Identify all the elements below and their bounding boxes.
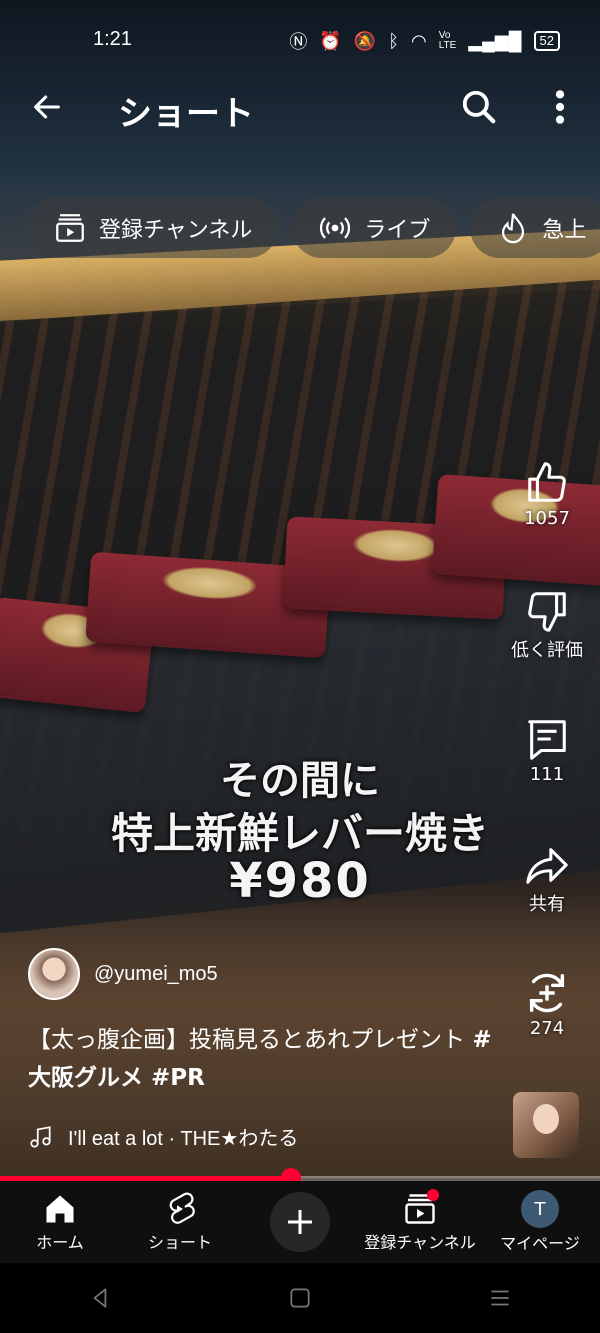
share-icon bbox=[526, 848, 568, 884]
battery-icon: 52 bbox=[533, 31, 560, 51]
thumbs-up-icon bbox=[528, 462, 566, 502]
nav-create[interactable] bbox=[240, 1181, 360, 1263]
remix-icon bbox=[529, 973, 565, 1013]
top-bar: ショート bbox=[0, 80, 600, 136]
chip-live[interactable]: ライブ bbox=[292, 198, 457, 258]
bluetooth-icon: ᛒ bbox=[388, 30, 399, 51]
sound-title: I'll eat a lot · THE★わたる bbox=[68, 1128, 299, 1150]
channel-avatar[interactable] bbox=[28, 948, 80, 1000]
subscriptions-icon bbox=[56, 214, 84, 242]
comment-icon bbox=[528, 720, 566, 760]
create-button[interactable] bbox=[270, 1192, 330, 1252]
chip-subscriptions[interactable]: 登録チャンネル bbox=[27, 198, 279, 258]
nav-label: 登録チャンネル bbox=[364, 1233, 476, 1252]
like-button[interactable]: 1057 bbox=[505, 460, 589, 529]
notification-dot bbox=[427, 1189, 439, 1201]
back-arrow-icon[interactable] bbox=[30, 90, 64, 124]
chip-label: 登録チャンネル bbox=[99, 218, 253, 243]
trending-icon bbox=[502, 213, 525, 244]
nav-label: マイページ bbox=[500, 1234, 580, 1253]
video-caption[interactable]: 【太っ腹企画】投稿見るとあれプレゼント #大阪グルメ #PR bbox=[28, 1021, 498, 1097]
status-time: 1:21 bbox=[93, 28, 132, 50]
nav-subscriptions[interactable]: 登録チャンネル bbox=[360, 1181, 480, 1263]
live-icon bbox=[320, 217, 351, 239]
remix-count: 274 bbox=[529, 1018, 565, 1039]
filter-chips: 登録チャンネル ライブ 急上 bbox=[27, 198, 600, 258]
bottom-navigation: ホーム ショート 登録チャンネル T マイページ bbox=[0, 1181, 600, 1263]
status-bar: 1:21 Ⓝ ⏰ 🔕 ᛒ ◠ Vo LTE ▂▄▆█ 52 bbox=[0, 0, 600, 80]
status-icons: Ⓝ ⏰ 🔕 ᛒ ◠ Vo LTE ▂▄▆█ 52 bbox=[289, 28, 560, 54]
comments-button[interactable]: 111 bbox=[505, 716, 589, 785]
share-label: 共有 bbox=[529, 894, 565, 915]
account-avatar: T bbox=[521, 1190, 559, 1228]
sound-info[interactable]: I'll eat a lot · THE★わたる bbox=[28, 1122, 298, 1151]
music-note-icon bbox=[30, 1125, 51, 1148]
page-title: ショート bbox=[118, 94, 254, 134]
caption-text: 【太っ腹企画】投稿見るとあれプレゼント bbox=[28, 1027, 465, 1053]
chip-label: 急上 bbox=[542, 218, 587, 243]
nfc-icon: Ⓝ bbox=[289, 32, 308, 52]
home-icon bbox=[46, 1195, 74, 1223]
nav-label: ホーム bbox=[36, 1233, 84, 1252]
nav-shorts[interactable]: ショート bbox=[120, 1181, 240, 1263]
dislike-label: 低く評価 bbox=[511, 640, 583, 661]
nav-label: ショート bbox=[147, 1233, 212, 1252]
chip-trending[interactable]: 急上 bbox=[470, 198, 600, 258]
nav-home[interactable]: ホーム bbox=[0, 1181, 120, 1263]
signal-icon: ▂▄▆█ bbox=[468, 30, 522, 51]
comment-count: 111 bbox=[529, 764, 565, 785]
wifi-icon: ◠ bbox=[411, 30, 427, 51]
nav-mypage[interactable]: T マイページ bbox=[480, 1181, 600, 1263]
channel-handle[interactable]: @yumei_mo5 bbox=[94, 963, 218, 986]
dislike-button[interactable]: 低く評価 bbox=[505, 588, 589, 662]
chip-label: ライブ bbox=[364, 218, 431, 243]
mute-icon: 🔕 bbox=[353, 30, 377, 51]
system-navigation-bar bbox=[0, 1263, 600, 1333]
volte-icon: Vo LTE bbox=[438, 30, 457, 51]
system-home-icon[interactable] bbox=[287, 1285, 313, 1311]
thumbs-down-icon bbox=[528, 592, 566, 632]
shorts-icon bbox=[169, 1192, 195, 1224]
system-back-icon[interactable] bbox=[87, 1285, 113, 1311]
alarm-icon: ⏰ bbox=[319, 30, 342, 51]
plus-icon bbox=[288, 1210, 312, 1234]
remix-button[interactable]: 274 bbox=[505, 970, 589, 1039]
channel-info[interactable]: @yumei_mo5 bbox=[28, 948, 218, 1000]
more-options-icon[interactable] bbox=[550, 88, 570, 126]
search-icon[interactable] bbox=[460, 88, 498, 126]
share-button[interactable]: 共有 bbox=[505, 842, 589, 916]
like-count: 1057 bbox=[524, 508, 570, 529]
sound-thumbnail[interactable] bbox=[513, 1092, 579, 1158]
system-recents-icon[interactable] bbox=[487, 1285, 513, 1311]
